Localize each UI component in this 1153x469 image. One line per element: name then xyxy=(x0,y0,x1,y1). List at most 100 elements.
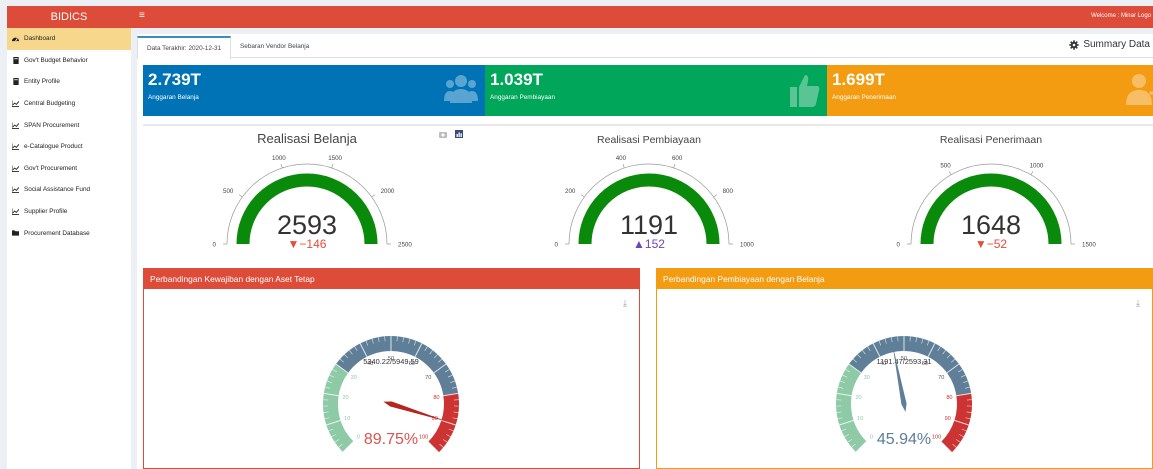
dial-band-low xyxy=(323,364,354,453)
bar-chart-icon xyxy=(455,130,463,138)
dial-tick-label: 80 xyxy=(433,395,439,401)
sidebar-item-gov-t-budget-behavior[interactable]: Gov't Budget Behavior xyxy=(7,50,131,72)
sidebar-item-e-catalogue-product[interactable]: e-Catalogue Product xyxy=(7,136,131,158)
sidebar-item-central-budgeting[interactable]: Central Budgeting xyxy=(7,93,131,115)
bar-chart-bar xyxy=(460,133,462,137)
gauge-tick-label: 0 xyxy=(555,242,559,249)
gauge-tick xyxy=(238,194,243,198)
info-box-label: Anggaran Pembiayaan xyxy=(490,94,556,101)
sidebar-item-procurement-database[interactable]: Procurement Database xyxy=(7,222,131,244)
sidebar-item-label: e-Catalogue Product xyxy=(24,143,83,151)
gauge-tick-label: 1000 xyxy=(272,155,286,162)
gauge-chart: Realisasi Penerimaan 0 500 1000 1500 1648▼−52 xyxy=(897,134,1097,251)
gauge-realisasi-belanja: Realisasi Belanja 0 500 1000 1500 2000 2500 259… xyxy=(143,124,486,259)
dial-percent: 89.75% xyxy=(364,431,418,448)
dial-ratio: 5340.22/5949.59 xyxy=(363,357,418,366)
info-box-value: 1.699T xyxy=(832,70,885,89)
dial-tick-label: 20 xyxy=(342,395,348,401)
chart-icon xyxy=(12,208,19,216)
sidebar-item-label: Supplier Profile xyxy=(24,208,68,216)
sidebar-item-supplier-profile[interactable]: Supplier Profile xyxy=(7,201,131,223)
gauge-title: Realisasi Pembiayaan xyxy=(597,134,701,146)
bars-icon[interactable]: ≡ xyxy=(139,11,145,21)
info-box-value: 2.739T xyxy=(148,70,201,89)
sidebar-item-label: Gov't Budget Behavior xyxy=(24,56,88,64)
gauge-tick xyxy=(280,164,283,169)
sidebar-item-social-assistance-fund[interactable]: Social Assistance Fund xyxy=(7,179,131,201)
brand-logo[interactable]: BIDICS xyxy=(7,6,131,28)
info-box-label: Anggaran Belanja xyxy=(148,94,199,101)
gauge-value: 1648 xyxy=(961,210,1021,240)
gauge-tick-label: 500 xyxy=(940,163,951,170)
gauge-chart: Realisasi Belanja 0 500 1000 1500 2000 2500 259… xyxy=(213,130,463,251)
info-box-anggaran-belanja: 2.739T Anggaran Belanja xyxy=(143,65,486,116)
dial-tick-label: 100 xyxy=(932,435,941,441)
dial-chart: 01020304050607080901001191.47/2593.3145.… xyxy=(836,336,972,453)
dial-tick-label: 90 xyxy=(945,416,951,422)
user-plus-icon xyxy=(1126,74,1153,105)
sidebar-item-label: Procurement Database xyxy=(24,229,90,237)
gauge-tick xyxy=(948,171,952,175)
info-box-anggaran-penerimaan: 1.699T Anggaran Penerimaan xyxy=(827,65,1153,116)
info-box-value: 1.039T xyxy=(490,70,543,89)
gauge-delta: ▼−52 xyxy=(975,237,1008,251)
chart-icon xyxy=(12,122,19,129)
gauge-tick-label: 2000 xyxy=(381,188,395,195)
info-box-anggaran-pembiayaan: 1.039T Anggaran Pembiayaan xyxy=(485,65,828,116)
tab-sebaran-vendor[interactable]: Sebaran Vendor Belanja xyxy=(231,36,318,58)
sidebar: BIDICS Dashboard Gov't Budget Behavior Ent… xyxy=(7,6,131,469)
dial-tick-label: 20 xyxy=(855,395,861,401)
dial-tick-label: 70 xyxy=(425,375,431,381)
sidebar-item-dashboard[interactable]: Dashboard xyxy=(7,28,131,50)
dial-ratio: 1191.47/2593.31 xyxy=(877,357,932,366)
book-icon xyxy=(12,56,19,64)
chart-icon xyxy=(12,186,19,194)
gauge-tick xyxy=(673,164,676,169)
gauge-tick xyxy=(1030,171,1034,175)
sidebar-item-label: SPAN Procurement xyxy=(24,121,80,129)
gear-icon xyxy=(1069,39,1080,50)
dial-needle xyxy=(383,401,449,422)
dial-tick-label: 100 xyxy=(419,435,428,441)
content-panel: Data Terakhir: 2020-12-31 Sebaran Vendor… xyxy=(137,34,1153,469)
sidebar-item-label: Entity Profile xyxy=(24,78,60,86)
gauge-tick-label: 1000 xyxy=(1030,163,1044,170)
gauge-value: 1191 xyxy=(620,210,678,240)
gauge-tick-label: 600 xyxy=(672,155,683,162)
gauge-tick xyxy=(331,164,334,169)
gauge-title: Realisasi Belanja xyxy=(257,131,357,146)
dial-tick-label: 30 xyxy=(864,375,870,381)
bar-chart-bar xyxy=(458,132,460,137)
dial-percent: 45.94% xyxy=(877,431,931,448)
dial-tick-label: 30 xyxy=(351,375,357,381)
app-window: BIDICS Dashboard Gov't Budget Behavior Ent… xyxy=(0,0,1153,469)
gauge-tick xyxy=(580,194,585,198)
gauge-tick-label: 800 xyxy=(723,188,734,195)
gauge-value: 2593 xyxy=(277,210,337,240)
gauge-chart: Realisasi Pembiayaan 0 200 400 600 800 1000 119… xyxy=(555,134,755,251)
sidebar-item-span-procurement[interactable]: SPAN Procurement xyxy=(7,114,131,136)
gauge-delta: ▲152 xyxy=(633,237,665,251)
camera-icon xyxy=(439,132,447,138)
sidebar-item-label: Dashboard xyxy=(24,35,56,43)
chart-icon xyxy=(12,143,19,151)
gauge-tick-label: 2500 xyxy=(398,242,412,249)
dial-tick-label: 0 xyxy=(870,435,873,441)
dashboard-icon xyxy=(12,35,19,42)
summary-data-button[interactable]: Summary Data xyxy=(1069,39,1150,50)
box-title: Perbandingan Pembiayaan dengan Belanja xyxy=(657,269,1152,289)
gauge-tick-label: 0 xyxy=(213,242,217,249)
summary-data-label: Summary Data xyxy=(1083,39,1150,50)
dial-band-mid xyxy=(335,336,459,396)
sidebar-item-entity-profile[interactable]: Entity Profile xyxy=(7,71,131,93)
box-pembiayaan-belanja: Perbandingan Pembiayaan dengan Belanja ⤓… xyxy=(656,268,1153,469)
gauge-tick-label: 200 xyxy=(565,188,576,195)
sidebar-nav: Dashboard Gov't Budget Behavior Entity Pro… xyxy=(7,28,131,244)
gauge-realisasi-pembiayaan: Realisasi Pembiayaan 0 200 400 600 800 1000 119… xyxy=(485,124,828,259)
dial-tick-label: 80 xyxy=(946,395,952,401)
sidebar-item-gov-t-procurement[interactable]: Gov't Procurement xyxy=(7,158,131,180)
dial-tick-label: 70 xyxy=(938,375,944,381)
gauge-tick-label: 400 xyxy=(616,155,627,162)
tab-data-terakhir[interactable]: Data Terakhir: 2020-12-31 xyxy=(137,36,232,59)
gauge-tick xyxy=(371,194,376,198)
